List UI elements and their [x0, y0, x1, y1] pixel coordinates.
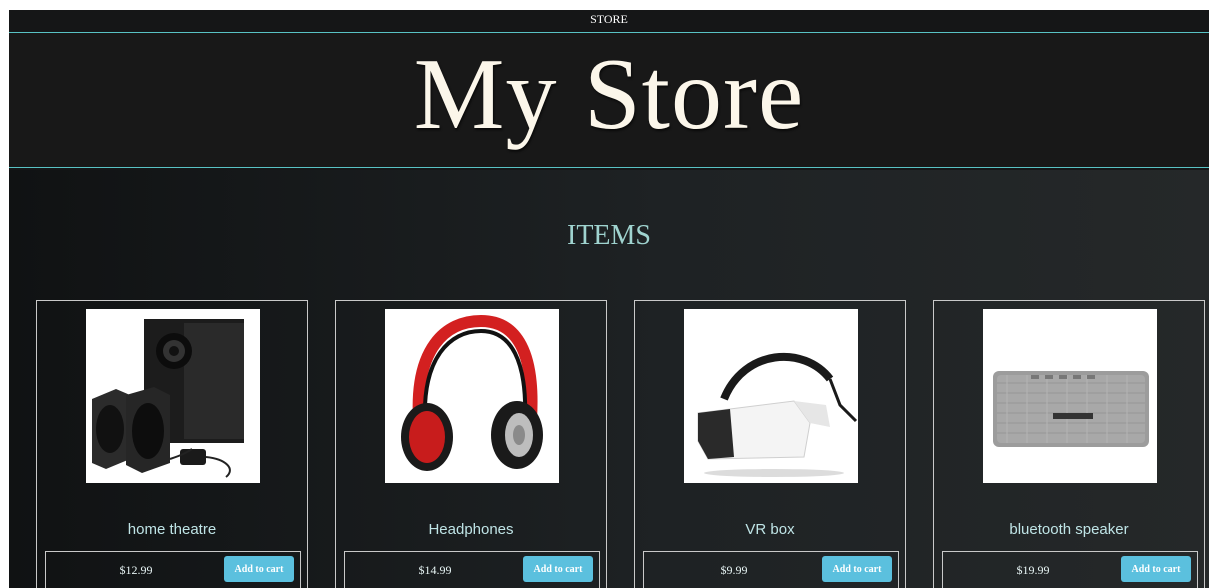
product-price: $14.99: [418, 563, 452, 577]
add-to-cart-button[interactable]: Add to cart: [523, 556, 593, 582]
site-header: My Store: [9, 32, 1209, 168]
section-title: ITEMS: [567, 220, 651, 251]
product-price: $19.99: [1016, 563, 1050, 577]
product-card-vr-box: VR box $9.99 Add to cart: [634, 300, 906, 588]
items-section: ITEMS home theatre $12.99 Add to cart He…: [9, 170, 1209, 588]
price-row: $19.99 Add to cart: [942, 551, 1198, 588]
site-title: My Store: [413, 38, 805, 151]
product-name[interactable]: home theatre: [37, 521, 307, 539]
product-price: $9.99: [720, 563, 748, 577]
product-name[interactable]: VR box: [635, 521, 905, 539]
store-page: STORE My Store ITEMS home theatre $12.99…: [9, 10, 1209, 588]
add-to-cart-button[interactable]: Add to cart: [224, 556, 294, 582]
product-price: $12.99: [119, 563, 153, 577]
product-card-home-theatre: home theatre $12.99 Add to cart: [36, 300, 308, 588]
speaker-system-icon: [92, 319, 244, 478]
top-nav-bar: STORE: [9, 10, 1209, 32]
headphones-icon: [401, 314, 543, 471]
price-row: $12.99 Add to cart: [45, 551, 301, 588]
product-image[interactable]: [385, 309, 559, 483]
product-image[interactable]: [684, 309, 858, 483]
bluetooth-speaker-icon: [993, 371, 1149, 447]
add-to-cart-button[interactable]: Add to cart: [1121, 556, 1191, 582]
product-name[interactable]: bluetooth speaker: [934, 521, 1204, 539]
vr-headset-icon: [697, 352, 858, 477]
price-row: $9.99 Add to cart: [643, 551, 899, 588]
product-name[interactable]: Headphones: [336, 521, 606, 539]
add-to-cart-button[interactable]: Add to cart: [822, 556, 892, 582]
product-card-headphones: Headphones $14.99 Add to cart: [335, 300, 607, 588]
product-card-bluetooth-speaker: bluetooth speaker $19.99 Add to cart: [933, 300, 1205, 588]
product-image[interactable]: [983, 309, 1157, 483]
product-image[interactable]: [86, 309, 260, 483]
nav-store-link[interactable]: STORE: [590, 12, 628, 26]
price-row: $14.99 Add to cart: [344, 551, 600, 588]
